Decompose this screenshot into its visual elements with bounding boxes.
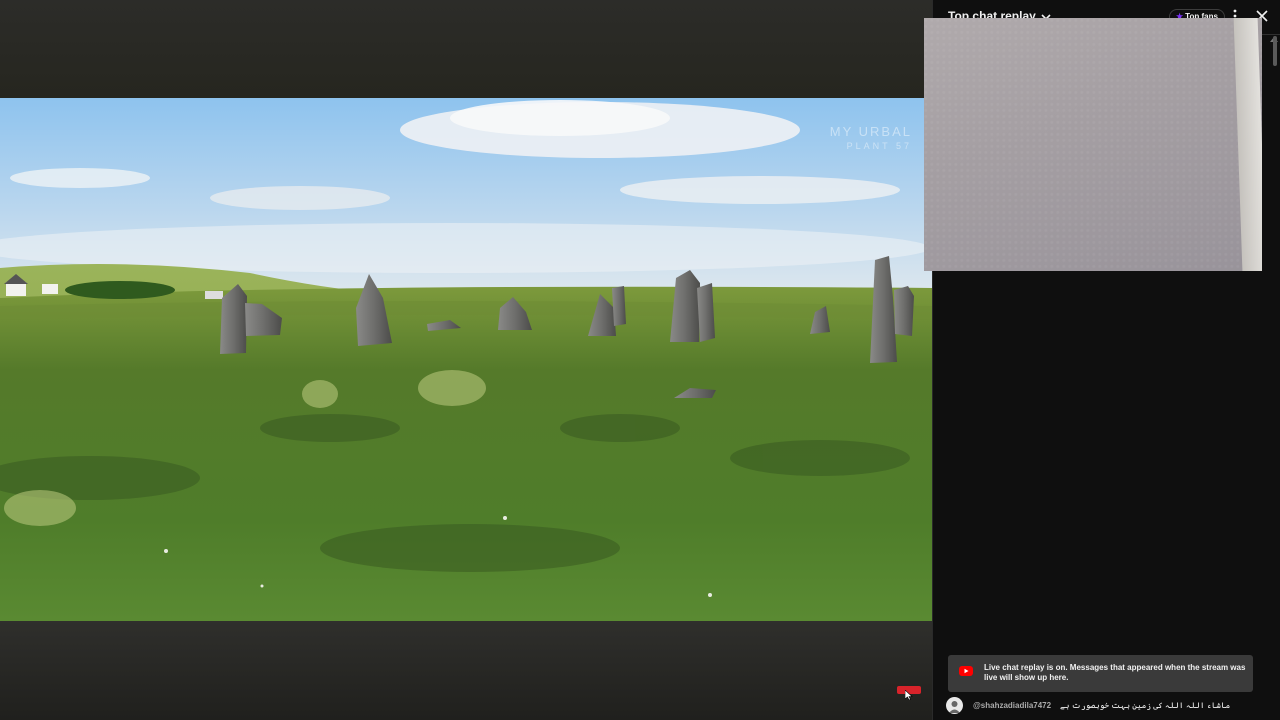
avatar[interactable] [946,697,963,714]
webcam-overlay [924,18,1262,271]
user-avatar-icon [949,701,960,713]
letterbox-top [0,0,932,98]
letterbox-bottom [0,621,932,720]
chat-scroll-thumb[interactable] [1273,36,1277,66]
watermark-line1: MY URBAL [829,124,912,139]
watermark-line2: PLANT 57 [846,141,912,151]
chat-scrollbar[interactable] [1267,34,1280,614]
video-player[interactable]: MY URBAL PLANT 57 [0,0,932,720]
live-chat-replay-banner: Live chat replay is on. Messages that ap… [948,655,1253,692]
chat-message-text: ماشاء اللہ اللہ کی زمین بہت خوبصورت ہے [1060,701,1231,710]
chat-message-author[interactable]: @shahzadiadila7472 [973,701,1051,710]
chat-message: @shahzadiadila7472 ماشاء اللہ اللہ کی زم… [946,697,1266,715]
banner-text: Live chat replay is on. Messages that ap… [984,663,1246,682]
webcam-wall-edge [1233,18,1262,271]
mouse-cursor-icon [905,690,913,700]
channel-watermark: MY URBAL PLANT 57 [830,124,912,154]
video-frame[interactable] [0,98,932,621]
youtube-icon [959,666,973,676]
